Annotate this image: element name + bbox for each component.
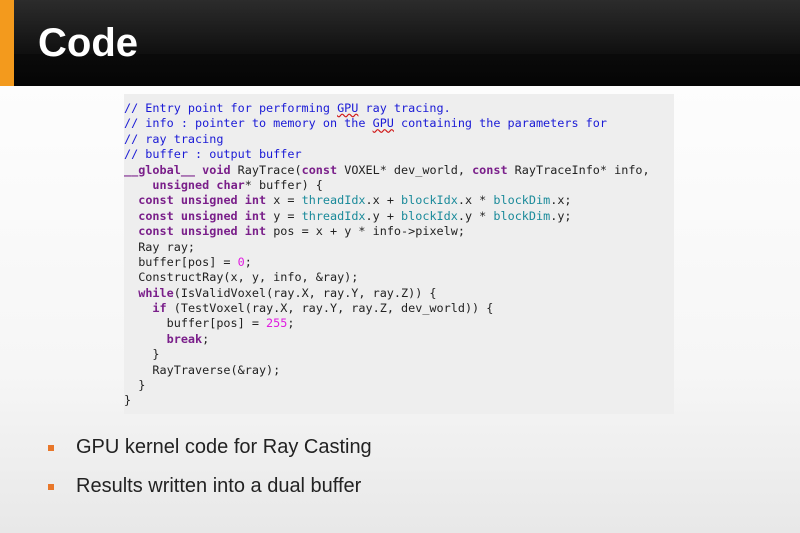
code-line: const unsigned int x = threadIdx.x + blo… <box>138 193 572 208</box>
code-line: buffer[pos] = 0; <box>124 254 252 269</box>
code-line: const unsigned int pos = x + y * info->p… <box>138 224 465 239</box>
title-accent-stripe <box>0 0 14 86</box>
code-line: Ray ray; <box>124 239 196 254</box>
code-line: const unsigned int y = threadIdx.y + blo… <box>138 208 572 223</box>
code-line: // buffer : output buffer <box>124 147 302 162</box>
bullet-text: Results written into a dual buffer <box>76 475 362 497</box>
code-line: } <box>124 393 132 408</box>
code-line: while(IsValidVoxel(ray.X, ray.Y, ray.Z))… <box>138 285 437 300</box>
bullet-marker <box>48 483 54 490</box>
code-line: if (TestVoxel(ray.X, ray.Y, ray.Z, dev_w… <box>152 301 494 316</box>
bullet-item: GPU kernel code for Ray Casting <box>48 428 372 467</box>
bullet-text: GPU kernel code for Ray Casting <box>76 436 372 458</box>
code-block: // Entry point for performing GPU ray tr… <box>124 101 650 409</box>
code-line: RayTraverse(&ray); <box>124 362 281 377</box>
code-line: break; <box>166 331 210 346</box>
code-snippet-box: // Entry point for performing GPU ray tr… <box>124 94 674 414</box>
code-line: ConstructRay(x, y, info, &ray); <box>124 270 359 285</box>
code-line: __global__ void RayTrace(const VOXEL* de… <box>124 162 650 177</box>
code-line: // info : pointer to memory on the GPU c… <box>124 116 607 131</box>
code-line: } <box>124 378 146 393</box>
code-line: buffer[pos] = 255; <box>124 316 295 331</box>
code-line: // Entry point for performing GPU ray tr… <box>124 101 451 115</box>
bullet-item: Results written into a dual buffer <box>48 467 372 506</box>
code-line: // ray tracing <box>124 131 224 146</box>
bullet-list: GPU kernel code for Ray Casting Results … <box>48 428 372 506</box>
bullet-marker <box>48 444 54 451</box>
slide-title: Code <box>38 21 138 65</box>
code-line: } <box>124 347 160 362</box>
code-line: unsigned char* buffer) { <box>152 177 323 192</box>
title-bar: Code <box>0 0 800 86</box>
